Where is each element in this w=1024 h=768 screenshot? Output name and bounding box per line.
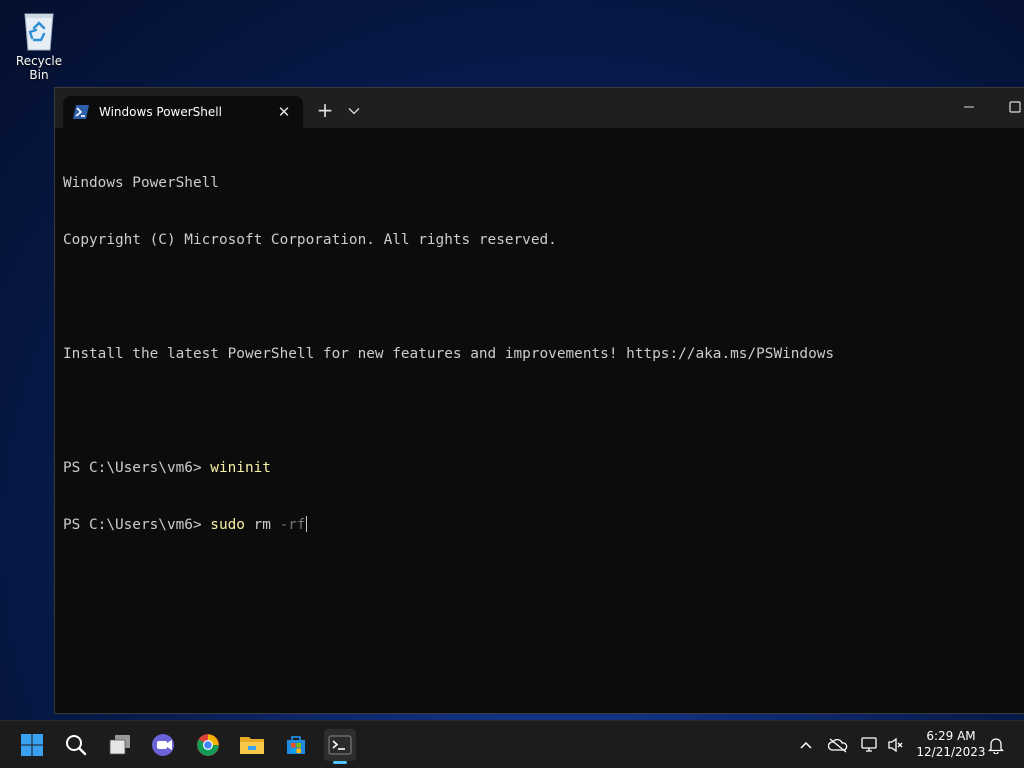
command-flag: -rf [279, 517, 306, 533]
active-app-indicator [333, 761, 347, 764]
terminal-input-line[interactable]: PS C:\Users\vm6> sudo rm -rf [63, 516, 1024, 535]
tab-windows-powershell[interactable]: Windows PowerShell ✕ [63, 96, 303, 128]
show-hidden-icons-chevron[interactable] [796, 735, 816, 755]
tab-dropdown-chevron-icon[interactable] [343, 100, 365, 122]
onedrive-icon[interactable] [828, 735, 848, 755]
prompt: PS C:\Users\vm6> [63, 517, 211, 533]
tab-title: Windows PowerShell [99, 105, 222, 119]
search-icon[interactable] [60, 729, 92, 761]
terminal-line: Copyright (C) Microsoft Corporation. All… [63, 232, 557, 248]
minimize-button[interactable] [951, 94, 987, 120]
clock-date: 12/21/2023 [916, 745, 986, 759]
command: sudo [210, 517, 245, 533]
prompt: PS C:\Users\vm6> [63, 460, 211, 476]
new-tab-button[interactable]: + [313, 98, 337, 122]
title-bar[interactable]: Windows PowerShell ✕ + [55, 88, 1024, 128]
command-argument: rm [244, 517, 280, 533]
recycle-bin-icon [20, 8, 58, 52]
text-cursor [305, 516, 307, 532]
close-tab-icon[interactable]: ✕ [271, 99, 297, 125]
command: wininit [210, 460, 271, 476]
desktop-icon-label: Recycle Bin [15, 54, 63, 82]
terminal-output[interactable]: Windows PowerShell Copyright (C) Microso… [63, 136, 1024, 713]
notification-bell-icon[interactable] [986, 735, 1006, 755]
maximize-button[interactable] [997, 94, 1024, 120]
clock-time: 6:29 AM [926, 729, 976, 743]
start-icon [21, 734, 43, 756]
chrome-icon[interactable] [192, 729, 224, 761]
terminal-line: Windows PowerShell [63, 175, 219, 191]
volume-icon[interactable] [886, 735, 906, 755]
chat-icon[interactable] [148, 729, 180, 761]
terminal-line: Install the latest PowerShell for new fe… [63, 346, 835, 362]
desktop-icon-recycle-bin[interactable]: Recycle Bin [6, 8, 72, 82]
taskbar: 6:29 AM 12/21/2023 [0, 720, 1024, 768]
terminal-icon[interactable] [324, 729, 356, 764]
file-explorer-icon[interactable] [236, 729, 268, 761]
network-icon[interactable] [860, 735, 880, 755]
system-clock[interactable]: 6:29 AM 12/21/2023 [910, 728, 992, 760]
task-view-icon[interactable] [104, 729, 136, 761]
terminal-window[interactable]: Windows PowerShell ✕ + Windows PowerShel… [54, 87, 1024, 714]
microsoft-store-icon[interactable] [280, 729, 312, 761]
start-button[interactable] [16, 729, 48, 761]
powershell-icon [73, 105, 89, 119]
terminal-command-line: PS C:\Users\vm6> wininit [63, 459, 1024, 478]
